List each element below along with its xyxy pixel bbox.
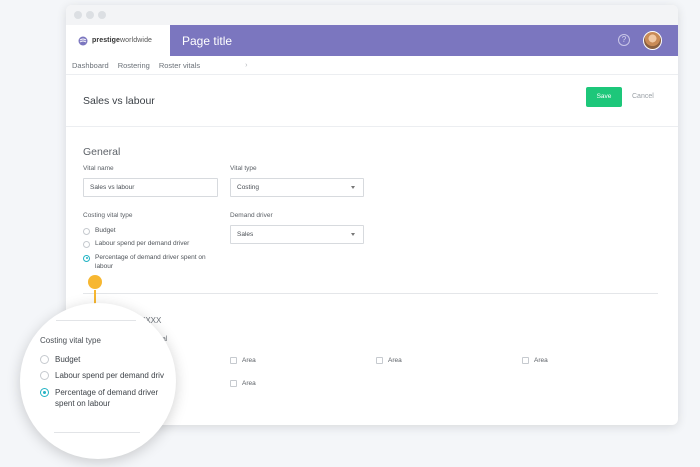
radio-option-budget[interactable]: Budget [83,227,116,236]
brand-logo[interactable]: prestigeworldwide [66,25,170,56]
demand-driver-value: Sales [237,231,254,238]
radio-icon[interactable] [83,254,90,262]
checkbox-icon[interactable] [230,380,237,387]
demand-driver-label: Demand driver [230,212,273,219]
area-checkbox-1[interactable]: Area [230,357,256,364]
radio-label: Labour spend per demand driver [95,240,190,247]
radio-icon[interactable] [83,227,90,235]
radio-label: Budget [95,227,116,234]
callout-bottom-line [54,432,140,433]
area-checkbox-3[interactable]: Area [522,357,548,364]
zoom-callout: Costing vital type Budget Labour spend p… [20,303,176,459]
callout-option-line2: spent on labour [55,399,111,408]
window-minimize-dot[interactable] [86,11,94,19]
subnav-item-dashboard[interactable]: Dashboard [72,61,109,70]
avatar[interactable] [643,31,662,50]
callout-option-labour-spend[interactable]: Labour spend per demand driv [40,370,164,381]
checkbox-icon[interactable] [376,357,383,364]
callout-option-budget[interactable]: Budget [40,354,80,365]
radio-icon[interactable] [83,240,90,248]
section-divider [83,293,658,294]
callout-option-line1: Percentage of demand driver [55,388,159,397]
radio-option-percentage[interactable]: Percentage of demand driver spent on lab… [83,254,213,271]
checkbox-label: Area [534,357,548,364]
chevron-down-icon [351,233,355,236]
vital-type-value: Costing [237,184,260,191]
callout-top-line [56,320,136,321]
page-title: Page title [182,33,233,48]
checkbox-label: Area [388,357,402,364]
window-titlebar [66,5,678,25]
callout-label: Costing vital type [40,336,101,345]
help-icon[interactable]: ? [618,34,630,46]
radio-icon[interactable] [40,388,49,397]
area-checkbox-2[interactable]: Area [376,357,402,364]
checkbox-icon[interactable] [522,357,529,364]
brand-name: prestigeworldwide [92,37,153,44]
radio-option-labour-spend[interactable]: Labour spend per demand driver [83,240,189,249]
radio-icon[interactable] [40,371,49,380]
radio-icon[interactable] [40,355,49,364]
demand-driver-select[interactable]: Sales [230,225,364,244]
window-maximize-dot[interactable] [98,11,106,19]
subnav-item-roster-vitals[interactable]: Roster vitals [159,61,200,70]
save-button[interactable]: Save [586,87,622,107]
callout-dot [88,275,102,289]
vital-type-select[interactable]: Costing [230,178,364,197]
checkbox-icon[interactable] [230,357,237,364]
app-header: prestigeworldwide Page title ? [66,25,678,56]
vital-name-label: Vital name [83,165,114,172]
vital-name-input[interactable]: Sales vs labour [83,178,218,197]
callout-option-percentage[interactable]: Percentage of demand driver spent on lab… [40,387,158,409]
chevron-down-icon [351,186,355,189]
costing-vital-type-label: Costing vital type [83,212,133,219]
chevron-right-icon: › [245,61,248,69]
general-section-title: General [83,146,121,158]
checkbox-label: Area [242,357,256,364]
checkbox-label: Area [242,380,256,387]
brand-logo-icon [78,36,88,46]
page-header: Sales vs labour Save Cancel [66,75,678,127]
callout-option-text: Labour spend per demand driv [55,371,164,380]
title-bar: Page title ? [170,25,678,56]
cancel-button[interactable]: Cancel [632,93,654,100]
callout-option-text: Percentage of demand driver spent on lab… [55,387,158,409]
vital-title: Sales vs labour [83,95,155,107]
radio-label: Percentage of demand driver spent on lab… [95,254,206,270]
window-close-dot[interactable] [74,11,82,19]
area-checkbox-4[interactable]: Area [230,380,256,387]
callout-option-text: Budget [55,355,81,364]
vital-type-label: Vital type [230,165,257,172]
breadcrumb-nav: Dashboard Rostering Roster vitals › [66,56,678,75]
subnav-item-rostering[interactable]: Rostering [118,61,150,70]
